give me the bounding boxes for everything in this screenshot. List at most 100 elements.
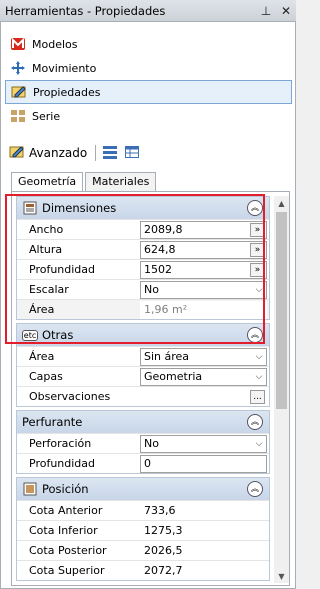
group-title: Perfurante <box>22 415 83 429</box>
pin-icon[interactable]: ⊥ <box>256 4 276 18</box>
title-bar: Herramientas - Propiedades ⊥ ✕ <box>0 0 296 22</box>
group-header-dimensiones[interactable]: Dimensiones ︽ <box>17 197 269 219</box>
collapse-icon[interactable]: ︽ <box>247 414 263 430</box>
close-icon[interactable]: ✕ <box>276 4 296 18</box>
position-icon <box>22 481 38 497</box>
observaciones-field[interactable]: ... <box>140 387 267 406</box>
escalar-select[interactable]: No ⌵ <box>140 280 267 299</box>
property-name: Cota Superior <box>29 564 105 577</box>
collapse-icon[interactable]: ︽ <box>247 200 263 216</box>
nav-item-label: Propiedades <box>33 85 101 99</box>
property-name: Cota Inferior <box>29 524 98 537</box>
nav-item-modelos[interactable]: Modelos <box>5 32 292 56</box>
tab-geometria[interactable]: Geometría <box>11 172 84 193</box>
area-select[interactable]: Sin área ⌵ <box>140 347 267 366</box>
perforacion-select[interactable]: No ⌵ <box>140 434 267 453</box>
cota-superior-value[interactable]: 2072,7 <box>140 561 267 580</box>
value-text: 1,96 m² <box>144 303 188 316</box>
collapse-icon[interactable]: ︽ <box>247 327 263 343</box>
property-row-area: Área 1,96 m² <box>17 299 269 319</box>
value-text: 1502 <box>144 263 172 276</box>
more-button[interactable]: » <box>250 262 265 277</box>
ellipsis-button[interactable]: ... <box>250 389 265 404</box>
value-text: 2089,8 <box>144 223 183 236</box>
tab-page-geometria: Dimensiones ︽ Ancho 2089,8 » Altura 624,8… <box>11 191 290 586</box>
cota-anterior-value[interactable]: 733,6 <box>140 501 267 520</box>
chevron-down-icon[interactable]: ⌵ <box>252 372 266 382</box>
nav-item-movimiento[interactable]: Movimiento <box>5 56 292 80</box>
value-text: Sin área <box>144 350 190 363</box>
etc-icon: etc <box>21 327 39 343</box>
tool-panel: Modelos Movimiento Propiedades Serie Ava… <box>0 22 296 589</box>
etc-icon-text: etc <box>21 329 39 341</box>
profundidad-value[interactable]: 1502 » <box>140 260 267 279</box>
grid-view-icon[interactable] <box>124 144 140 163</box>
value-text: 1275,3 <box>144 524 183 537</box>
area-value: 1,96 m² <box>140 300 267 319</box>
scroll-thumb[interactable] <box>276 212 287 409</box>
nav-list: Modelos Movimiento Propiedades Serie <box>5 32 292 128</box>
tab-materiales[interactable]: Materiales <box>85 172 157 192</box>
property-row-cota-superior: Cota Superior 2072,7 <box>17 560 269 580</box>
value-text: No <box>144 283 159 296</box>
more-button[interactable]: » <box>250 242 265 257</box>
group-title: Posición <box>42 482 89 496</box>
scroll-down-icon[interactable]: ▼ <box>274 569 289 583</box>
nav-item-serie[interactable]: Serie <box>5 104 292 128</box>
property-name: Escalar <box>29 283 69 296</box>
group-header-perfurante[interactable]: Perfurante ︽ <box>17 411 269 433</box>
chevron-down-icon[interactable]: ⌵ <box>252 352 266 362</box>
chevron-down-icon[interactable]: ⌵ <box>252 439 266 449</box>
nav-item-label: Serie <box>32 109 61 123</box>
mode-label[interactable]: Avanzado <box>29 146 87 160</box>
capas-select[interactable]: Geometria ⌵ <box>140 367 267 386</box>
edit-properties-icon[interactable] <box>9 144 25 163</box>
group-header-posicion[interactable]: Posición ︽ <box>17 478 269 500</box>
move-icon <box>10 60 26 76</box>
property-row-cota-anterior: Cota Anterior 733,6 <box>17 500 269 520</box>
category-view-icon[interactable] <box>102 144 118 163</box>
group-title: Dimensiones <box>42 201 117 215</box>
property-name: Capas <box>29 370 63 383</box>
models-icon <box>10 36 26 52</box>
group-header-otras[interactable]: etc Otras ︽ <box>17 324 269 346</box>
cota-inferior-value[interactable]: 1275,3 <box>140 521 267 540</box>
property-row-observaciones: Observaciones ... <box>17 386 269 406</box>
group-otras: etc Otras ︽ Área Sin área ⌵ Capas Geometr… <box>16 323 270 407</box>
property-name: Ancho <box>29 223 64 236</box>
vertical-scrollbar[interactable]: ▲ ▼ <box>274 196 289 583</box>
chevron-down-icon[interactable]: ⌵ <box>252 285 266 295</box>
value-text: 624,8 <box>144 243 176 256</box>
more-button[interactable]: » <box>250 222 265 237</box>
property-name: Área <box>29 303 55 316</box>
profundidad-perf-value[interactable]: 0 <box>140 454 267 473</box>
property-grid: Dimensiones ︽ Ancho 2089,8 » Altura 624,8… <box>16 196 270 584</box>
property-tabs: Geometría Materiales <box>11 172 158 193</box>
mode-toolbar: Avanzado <box>9 142 140 164</box>
property-name: Cota Posterior <box>29 544 107 557</box>
cota-posterior-value[interactable]: 2026,5 <box>140 541 267 560</box>
property-row-capas: Capas Geometria ⌵ <box>17 366 269 386</box>
value-text: 2072,7 <box>144 564 183 577</box>
group-posicion: Posición ︽ Cota Anterior 733,6 Cota Infe… <box>16 477 270 581</box>
property-row-profundidad-perf: Profundidad 0 <box>17 453 269 473</box>
dimensions-icon <box>22 200 38 216</box>
property-name: Área <box>29 350 55 363</box>
property-name: Cota Anterior <box>29 504 103 517</box>
ancho-value[interactable]: 2089,8 » <box>140 220 267 239</box>
property-row-perforacion: Perforación No ⌵ <box>17 433 269 453</box>
window-title: Herramientas - Propiedades <box>5 3 166 18</box>
group-title: Otras <box>42 328 74 342</box>
altura-value[interactable]: 624,8 » <box>140 240 267 259</box>
property-name: Perforación <box>29 437 92 450</box>
collapse-icon[interactable]: ︽ <box>247 481 263 497</box>
nav-item-propiedades[interactable]: Propiedades <box>5 80 292 104</box>
property-row-ancho: Ancho 2089,8 » <box>17 219 269 239</box>
property-row-cota-inferior: Cota Inferior 1275,3 <box>17 520 269 540</box>
property-row-altura: Altura 624,8 » <box>17 239 269 259</box>
property-row-cota-posterior: Cota Posterior 2026,5 <box>17 540 269 560</box>
toolbar-divider <box>95 145 97 161</box>
group-dimensiones: Dimensiones ︽ Ancho 2089,8 » Altura 624,8… <box>16 196 270 320</box>
nav-item-label: Modelos <box>32 37 78 51</box>
scroll-up-icon[interactable]: ▲ <box>274 196 289 210</box>
